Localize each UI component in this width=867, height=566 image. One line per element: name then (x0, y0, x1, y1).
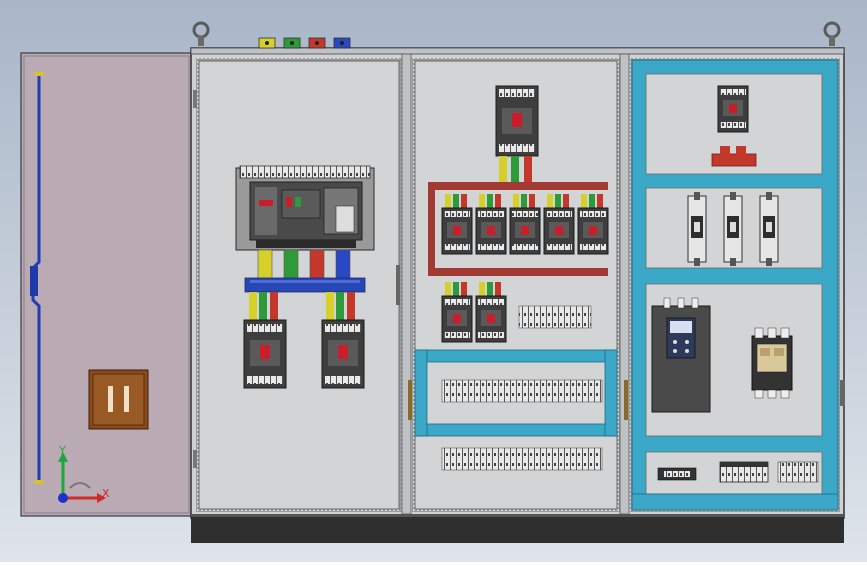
cad-viewport[interactable]: X Y (0, 0, 867, 562)
section-main-breaker (196, 58, 402, 512)
fuse-holder[interactable] (723, 192, 743, 266)
fuse-holder[interactable] (759, 192, 779, 266)
control-breaker[interactable] (717, 85, 749, 133)
incoming-breaker[interactable] (495, 85, 539, 157)
section-control (630, 58, 840, 512)
section-distribution (412, 58, 620, 512)
frequency-inverter[interactable] (651, 297, 711, 413)
fuse-holder[interactable] (687, 192, 707, 266)
contactor[interactable] (751, 327, 793, 399)
hinge-icon (193, 450, 197, 468)
cabinet-door[interactable] (20, 52, 193, 517)
red-busbar-top (428, 182, 608, 190)
axis-x-label: X (102, 487, 110, 500)
terminal-strip (441, 447, 603, 471)
outgoing-breaker[interactable] (243, 319, 287, 389)
phase-terminal (308, 37, 326, 49)
door-handle-icon[interactable] (88, 369, 149, 430)
fuse-holder-row (687, 192, 779, 266)
axis-y-label: Y (58, 444, 66, 457)
terminal-block (777, 461, 819, 483)
cabinet-base-plinth (191, 514, 844, 543)
outgoing-breaker[interactable] (321, 319, 365, 389)
phase-terminal (333, 37, 351, 49)
branch-breaker-row (441, 194, 609, 255)
terminal-strip (441, 379, 603, 403)
main-air-circuit-breaker[interactable] (235, 165, 375, 251)
phase-terminal (258, 37, 276, 49)
phase-terminal (283, 37, 301, 49)
red-busbar-bottom (428, 268, 608, 276)
hinge-icon (193, 90, 197, 108)
terminal-block (518, 305, 592, 329)
red-connector (711, 153, 757, 167)
switchgear-cabinet-drawing: X Y (0, 0, 867, 562)
